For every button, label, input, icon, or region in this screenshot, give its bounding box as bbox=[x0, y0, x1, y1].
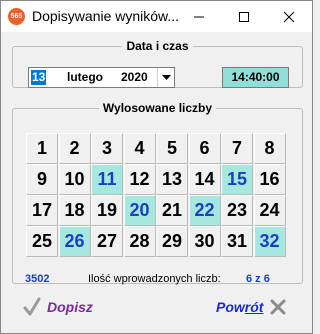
number-cell[interactable]: 19 bbox=[91, 195, 123, 226]
checkmark-icon bbox=[23, 297, 41, 316]
number-cell[interactable]: 29 bbox=[156, 226, 188, 257]
date-time-legend: Data i czas bbox=[126, 39, 189, 53]
app-icon: 565 bbox=[8, 8, 25, 25]
number-cell[interactable]: 23 bbox=[221, 195, 253, 226]
date-time-group: Data i czas 13 lutego 2020 14:40:00 bbox=[12, 39, 303, 88]
powrot-label: Powrót bbox=[216, 299, 263, 315]
number-cell[interactable]: 28 bbox=[123, 226, 156, 257]
title-bar: 565 Dopisywanie wyników... bbox=[1, 1, 312, 32]
chevron-down-icon bbox=[161, 74, 171, 80]
number-cell[interactable]: 8 bbox=[253, 133, 286, 164]
number-cell[interactable]: 2 bbox=[58, 133, 91, 164]
number-cell[interactable]: 21 bbox=[156, 195, 188, 226]
number-cell[interactable]: 22 bbox=[188, 195, 221, 226]
number-grid: 1 2 3 4 5 6 7 8 9 10 11 12 13 14 15 16 17 18 19 20 21 22 23 24 2… bbox=[26, 133, 286, 257]
number-cell[interactable]: 10 bbox=[58, 164, 91, 195]
entered-count: 6 z 6 bbox=[246, 273, 270, 285]
number-cell[interactable]: 11 bbox=[91, 164, 123, 195]
close-icon bbox=[283, 11, 295, 22]
number-cell[interactable]: 31 bbox=[221, 226, 253, 257]
close-button[interactable] bbox=[267, 1, 311, 32]
date-month[interactable]: lutego bbox=[67, 70, 103, 85]
number-cell[interactable]: 27 bbox=[91, 226, 123, 257]
minimize-button[interactable] bbox=[177, 1, 221, 32]
date-year[interactable]: 2020 bbox=[121, 70, 148, 85]
number-cell[interactable]: 17 bbox=[26, 195, 58, 226]
number-cell[interactable]: 12 bbox=[123, 164, 156, 195]
dropdown-button[interactable] bbox=[157, 68, 174, 87]
drawn-numbers-group: Wylosowane liczby 1 2 3 4 5 6 7 8 9 10 11 12 13 14 15 1… bbox=[12, 101, 303, 285]
window-title: Dopisywanie wyników... bbox=[32, 8, 180, 24]
number-cell[interactable]: 13 bbox=[156, 164, 188, 195]
number-cell[interactable]: 9 bbox=[26, 164, 58, 195]
number-cell[interactable]: 18 bbox=[58, 195, 91, 226]
number-cell[interactable]: 16 bbox=[253, 164, 286, 195]
number-cell[interactable]: 25 bbox=[26, 226, 58, 257]
number-cell[interactable]: 6 bbox=[188, 133, 221, 164]
date-picker[interactable]: 13 lutego 2020 bbox=[28, 67, 175, 88]
powrot-label-rest: rót bbox=[244, 299, 264, 315]
number-cell[interactable]: 5 bbox=[156, 133, 188, 164]
entered-count-label: Ilość wprowadzonych liczb: bbox=[88, 273, 221, 285]
number-cell[interactable]: 30 bbox=[188, 226, 221, 257]
number-cell[interactable]: 24 bbox=[253, 195, 286, 226]
number-cell[interactable]: 7 bbox=[221, 133, 253, 164]
maximize-icon bbox=[239, 11, 249, 22]
dopisz-label: Dopisz bbox=[47, 299, 93, 315]
minimize-icon bbox=[194, 16, 204, 17]
ticket-number: 3502 bbox=[25, 273, 50, 285]
date-day[interactable]: 13 bbox=[31, 70, 47, 85]
powrot-button[interactable]: Powrót bbox=[216, 293, 287, 321]
number-cell[interactable]: 32 bbox=[253, 226, 286, 257]
number-cell[interactable]: 14 bbox=[188, 164, 221, 195]
time-field[interactable]: 14:40:00 bbox=[222, 67, 289, 88]
number-cell[interactable]: 26 bbox=[58, 226, 91, 257]
app-window: 565 Dopisywanie wyników... Data i czas 1… bbox=[0, 0, 313, 334]
number-cell[interactable]: 4 bbox=[123, 133, 156, 164]
powrot-label-start: Pow bbox=[216, 299, 245, 315]
number-cell[interactable]: 1 bbox=[26, 133, 58, 164]
close-x-icon bbox=[270, 299, 286, 315]
number-cell[interactable]: 3 bbox=[91, 133, 123, 164]
number-cell[interactable]: 20 bbox=[123, 195, 156, 226]
dopisz-button[interactable]: Dopisz bbox=[23, 293, 93, 321]
number-cell[interactable]: 15 bbox=[221, 164, 253, 195]
maximize-button[interactable] bbox=[222, 1, 266, 32]
drawn-numbers-legend: Wylosowane liczby bbox=[102, 101, 213, 115]
